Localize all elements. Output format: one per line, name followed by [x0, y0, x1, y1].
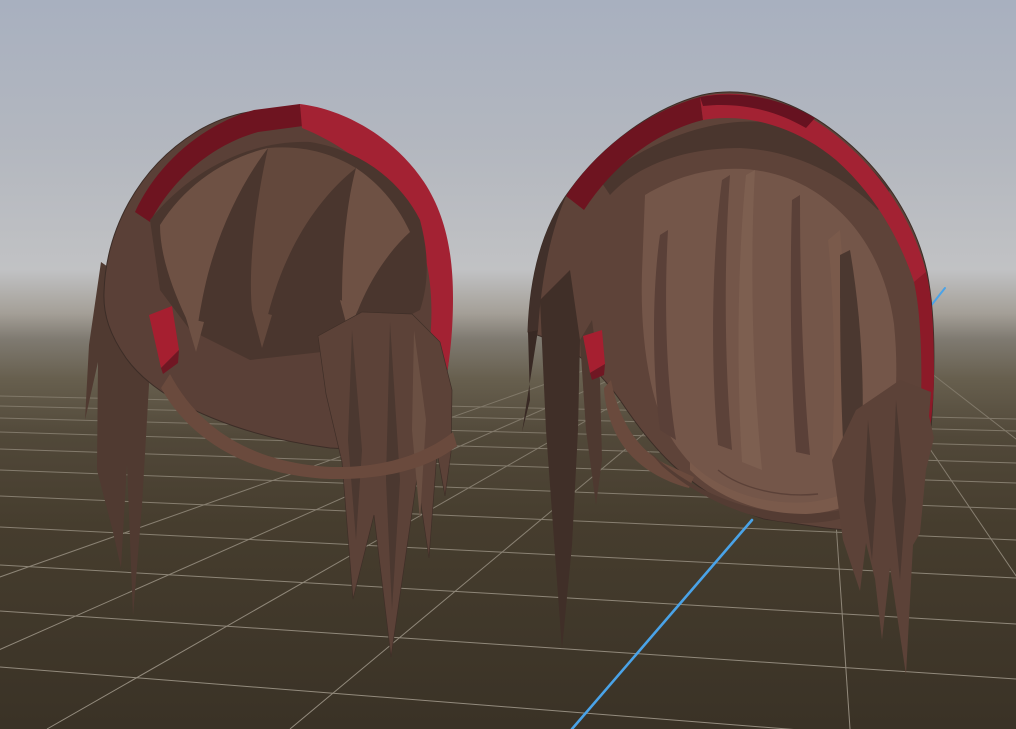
3d-viewport[interactable] — [0, 0, 1016, 729]
scene-canvas — [0, 0, 1016, 729]
